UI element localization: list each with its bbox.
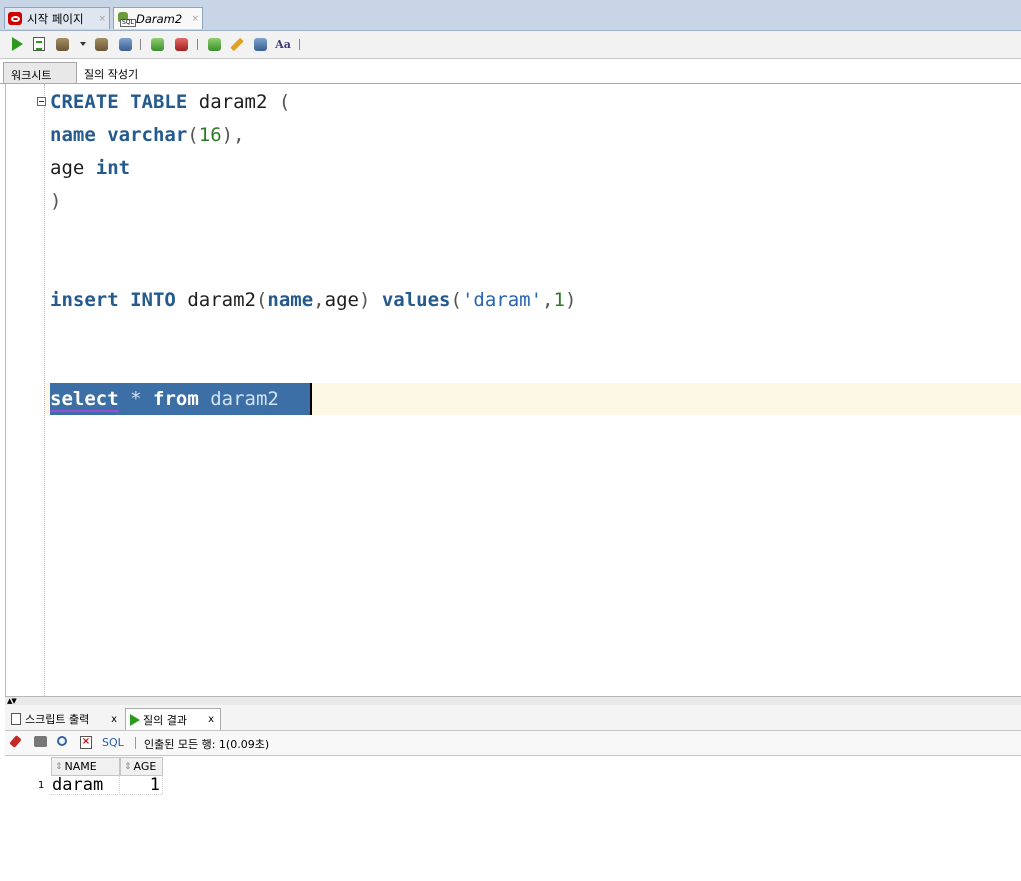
print-icon[interactable] — [34, 736, 48, 750]
pin-icon[interactable] — [9, 735, 26, 750]
output-tab-bar: 스크립트 출력 x 질의 결과 x — [5, 705, 1021, 731]
text-caret — [310, 383, 312, 415]
tab-worksheet[interactable]: 워크시트 — [3, 62, 77, 83]
toolbar-separator — [299, 39, 300, 50]
run-statement-icon[interactable] — [8, 35, 26, 53]
sort-icon: ⇕ — [55, 761, 63, 772]
tab-label: 스크립트 출력 — [25, 713, 90, 726]
cancel-fetch-icon[interactable]: × — [80, 736, 94, 750]
autotrace-icon[interactable] — [116, 35, 134, 53]
oracle-icon — [8, 12, 22, 25]
code-line-1: CREATE TABLE daram2 ( — [50, 91, 291, 113]
sql-tuning-icon[interactable] — [205, 35, 223, 53]
fold-collapse-icon[interactable] — [37, 97, 46, 106]
clear-icon[interactable] — [228, 35, 246, 53]
editor-tab-bar: 시작 페이지 × SQL Daram2 × — [0, 0, 1021, 31]
run-script-icon[interactable] — [30, 35, 48, 53]
code-line-6: select * from daram2 — [50, 388, 279, 412]
explain-plan-icon[interactable] — [92, 35, 110, 53]
tab-script-output[interactable]: 스크립트 출력 x — [8, 708, 123, 730]
column-header-age[interactable]: ⇕ AGE — [120, 757, 163, 776]
column-header-name[interactable]: ⇕ NAME — [51, 757, 120, 776]
tab-start-page[interactable]: 시작 페이지 × — [4, 7, 110, 29]
close-icon[interactable]: x — [208, 714, 214, 725]
tab-label: 질의 결과 — [143, 713, 187, 727]
run-icon — [130, 713, 140, 726]
close-icon[interactable]: × — [191, 14, 199, 24]
fetch-status: 인출된 모든 행: 1(0.09초) — [144, 738, 270, 751]
commit-db-icon[interactable] — [148, 35, 166, 53]
result-toolbar: × SQL 인출된 모든 행: 1(0.09초) — [5, 731, 1021, 756]
splitter-arrows-icon[interactable]: ▲▼ — [7, 697, 17, 705]
code-line-4: ) — [50, 190, 62, 212]
tab-query-result[interactable]: 질의 결과 x — [125, 708, 221, 730]
chevron-down-icon[interactable] — [80, 42, 86, 46]
toolbar-separator — [135, 737, 136, 749]
tab-label: Daram2 — [136, 11, 183, 26]
format-case-icon[interactable]: Aa — [274, 35, 292, 53]
sql-history-icon[interactable] — [251, 35, 269, 53]
toolbar-separator — [197, 39, 198, 50]
worksheet-toolbar: Aa — [0, 31, 1021, 59]
commit-icon[interactable] — [53, 35, 71, 53]
close-icon[interactable]: x — [111, 714, 117, 725]
code-line-2: name varchar(16), — [50, 124, 245, 146]
row-number: 1 — [38, 780, 45, 791]
rollback-db-icon[interactable] — [172, 35, 190, 53]
cell-age[interactable]: 1 — [120, 775, 163, 795]
script-output-icon — [11, 713, 21, 725]
tab-label: 시작 페이지 — [27, 11, 84, 26]
code-line-5: insert INTO daram2(name,age) values('dar… — [50, 289, 577, 311]
tab-query-builder[interactable]: 질의 작성기 — [84, 66, 138, 82]
sql-link[interactable]: SQL — [102, 736, 124, 749]
tab-daram2[interactable]: SQL Daram2 × — [113, 7, 203, 29]
toolbar-separator — [140, 39, 141, 50]
sql-worksheet-icon: SQL — [117, 11, 136, 27]
refresh-icon[interactable] — [57, 736, 71, 750]
sort-icon: ⇕ — [124, 761, 132, 772]
code-line-3: age int — [50, 157, 131, 179]
cell-name[interactable]: daram — [51, 775, 120, 795]
worksheet-subtabs: 워크시트 질의 작성기 — [0, 59, 1021, 84]
close-icon[interactable]: × — [98, 14, 106, 24]
